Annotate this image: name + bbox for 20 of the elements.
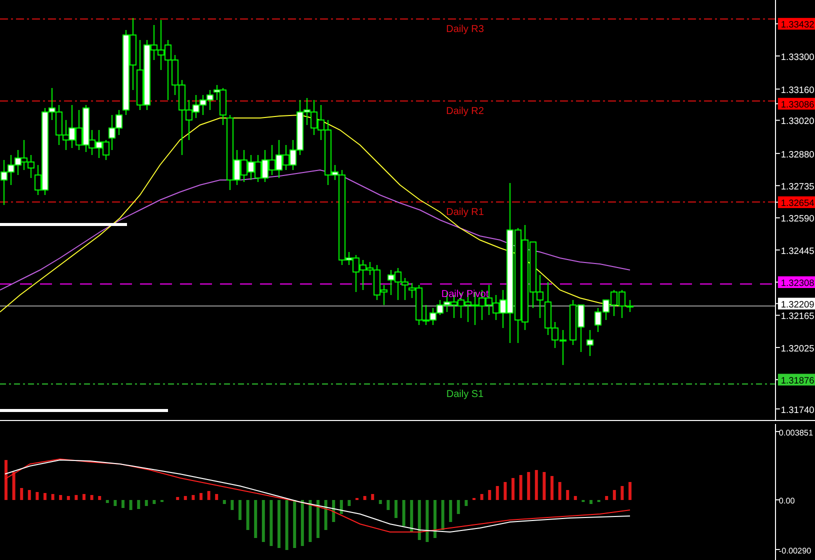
level-label: Daily S1: [446, 389, 484, 400]
level-label: Daily R1: [446, 207, 484, 218]
price-label: 1.31876: [780, 376, 814, 386]
price-label: 1.32308: [780, 278, 814, 288]
price-label: 1.32654: [780, 198, 814, 208]
price-label: 1.33160: [780, 85, 814, 95]
price-label: 1.33020: [780, 116, 814, 126]
price-label: 1.32209: [780, 300, 814, 310]
price-label: 1.32165: [780, 311, 814, 322]
level-label: Daily R3: [446, 24, 484, 35]
price-label: 1.33432: [780, 20, 814, 30]
price-label: 1.33300: [780, 52, 814, 62]
price-label: 1.32445: [780, 246, 814, 256]
price-label: 1.32025: [780, 343, 814, 354]
level-label: Daily R2: [446, 106, 484, 117]
price-label: 1.32880: [780, 149, 814, 160]
price-label: 1.33086: [780, 100, 814, 110]
price-label: 1.32590: [780, 214, 814, 224]
price-label: 1.32735: [780, 182, 814, 192]
price-label: 1.31740: [780, 404, 814, 415]
